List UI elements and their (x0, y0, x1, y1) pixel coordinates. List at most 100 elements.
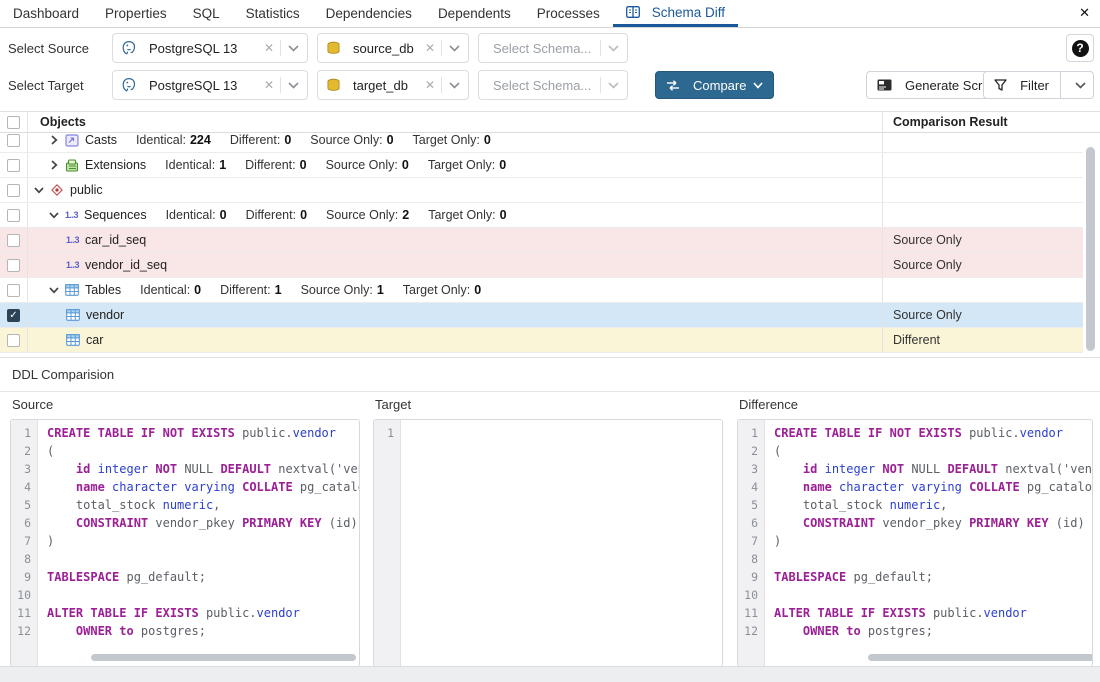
filter-icon (994, 79, 1007, 91)
target-server-select[interactable]: PostgreSQL 13 ✕ (112, 70, 308, 100)
row-checkbox[interactable] (7, 184, 20, 197)
row-checkbox[interactable] (7, 209, 20, 222)
compare-button[interactable]: Compare (655, 71, 774, 99)
comparison-result-cell (883, 153, 1077, 177)
code-line: TABLESPACE pg_default; (47, 568, 359, 586)
table-row[interactable]: TablesIdentical:0Different:1Source Only:… (0, 278, 1083, 303)
difference-ddl-editor[interactable]: 123456789101112CREATE TABLE IF NOT EXIST… (737, 419, 1093, 667)
chevron-right-icon[interactable] (48, 135, 60, 145)
table-row[interactable]: carDifferent (0, 328, 1083, 353)
clear-icon[interactable]: ✕ (264, 78, 274, 92)
table-header: Objects Comparison Result (0, 111, 1100, 133)
difference-pane-title: Difference (739, 397, 798, 412)
target-db-select[interactable]: target_db ✕ (317, 70, 469, 100)
divider (600, 40, 601, 56)
row-checkbox[interactable] (7, 284, 20, 297)
select-all-checkbox[interactable] (7, 116, 20, 129)
stat-item: Source Only:2 (326, 208, 409, 222)
table-row[interactable]: 1..3vendor_id_seqSource Only (0, 253, 1083, 278)
chevron-down-icon[interactable] (48, 287, 60, 294)
tab-label: SQL (193, 6, 220, 21)
row-label: Casts (85, 133, 117, 147)
line-number: 9 (738, 568, 764, 586)
chevron-down-icon[interactable] (449, 45, 460, 52)
source-server-select[interactable]: PostgreSQL 13 ✕ (112, 33, 308, 63)
row-checkbox[interactable]: ✓ (7, 309, 20, 322)
code-line: total_stock numeric, (47, 496, 359, 514)
schema-icon (50, 183, 64, 197)
help-icon: ? (1072, 40, 1089, 57)
target-schema-select[interactable]: Select Schema... (478, 70, 628, 100)
clear-icon[interactable]: ✕ (425, 78, 435, 92)
tab-schema-diff[interactable]: Schema Diff (613, 0, 738, 27)
table-row[interactable]: 1..3SequencesIdentical:0Different:0Sourc… (0, 203, 1083, 228)
row-checkbox[interactable] (7, 334, 20, 347)
tab-processes[interactable]: Processes (524, 0, 613, 27)
chevron-down-icon[interactable] (608, 82, 619, 89)
row-checkbox[interactable] (7, 159, 20, 172)
divider (441, 40, 442, 56)
divider (280, 40, 281, 56)
clear-icon[interactable]: ✕ (425, 41, 435, 55)
code-line: name character varying COLLATE pg_catalo… (774, 478, 1092, 496)
tab-dashboard[interactable]: Dashboard (0, 0, 92, 27)
stat-item: Different:0 (246, 208, 307, 222)
filter-button[interactable]: Filter (983, 71, 1094, 99)
code-line (774, 550, 1092, 568)
line-number: 2 (11, 442, 37, 460)
line-number: 9 (11, 568, 37, 586)
tab-dependents[interactable]: Dependents (425, 0, 524, 27)
row-checkbox[interactable] (7, 234, 20, 247)
horizontal-scrollbar[interactable] (768, 654, 1088, 661)
code-line: ALTER TABLE IF EXISTS public.vendor (774, 604, 1092, 622)
horizontal-scrollbar[interactable] (41, 654, 355, 661)
chevron-down-icon[interactable] (753, 82, 763, 89)
chevron-down-icon[interactable] (1068, 82, 1093, 89)
sequence-icon: 1..3 (66, 235, 79, 245)
line-number: 12 (11, 622, 37, 640)
row-label: Sequences (84, 208, 147, 222)
tab-statistics[interactable]: Statistics (233, 0, 313, 27)
chevron-down-icon[interactable] (33, 187, 45, 194)
source-ddl-editor[interactable]: 123456789101112CREATE TABLE IF NOT EXIST… (10, 419, 360, 667)
table-row[interactable]: ExtensionsIdentical:1Different:0Source O… (0, 153, 1083, 178)
chevron-down-icon[interactable] (48, 212, 60, 219)
table-row[interactable]: public (0, 178, 1083, 203)
tab-dependencies[interactable]: Dependencies (313, 0, 425, 27)
tab-sql[interactable]: SQL (180, 0, 233, 27)
row-checkbox[interactable] (7, 134, 20, 147)
tab-properties[interactable]: Properties (92, 0, 180, 27)
chevron-down-icon[interactable] (288, 82, 299, 89)
row-checkbox[interactable] (7, 259, 20, 272)
horizontal-scrollbar-thumb[interactable] (868, 654, 1093, 661)
code-lines: CREATE TABLE IF NOT EXISTS public.vendor… (765, 420, 1092, 666)
line-number: 11 (738, 604, 764, 622)
chevron-down-icon[interactable] (449, 82, 460, 89)
table-row[interactable]: 1..3car_id_seqSource Only (0, 228, 1083, 253)
tab-label: Properties (105, 6, 167, 21)
select-target-label: Select Target (0, 78, 112, 93)
code-line (47, 550, 359, 568)
comparison-result-cell: Different (883, 328, 1077, 352)
target-ddl-editor[interactable]: 1 (373, 419, 723, 667)
target-pane-title: Target (375, 397, 411, 412)
vertical-scrollbar-thumb[interactable] (1086, 147, 1095, 351)
line-number: 1 (738, 424, 764, 442)
vertical-scrollbar[interactable] (1086, 135, 1095, 353)
source-db-value: source_db (347, 41, 423, 56)
horizontal-scrollbar-thumb[interactable] (91, 654, 356, 661)
casts-icon (65, 134, 79, 147)
objects-column-header: Objects (28, 112, 883, 132)
table-row[interactable]: ✓vendorSource Only (0, 303, 1083, 328)
target-schema-placeholder: Select Schema... (487, 78, 600, 93)
chevron-right-icon[interactable] (48, 160, 60, 170)
close-icon[interactable]: ✕ (1079, 6, 1090, 20)
chevron-down-icon[interactable] (288, 45, 299, 52)
table-row[interactable]: CastsIdentical:224Different:0Source Only… (0, 133, 1083, 153)
help-button[interactable]: ? (1066, 34, 1094, 62)
clear-icon[interactable]: ✕ (264, 41, 274, 55)
chevron-down-icon[interactable] (608, 45, 619, 52)
source-db-select[interactable]: source_db ✕ (317, 33, 469, 63)
source-schema-select[interactable]: Select Schema... (478, 33, 628, 63)
comparison-result-column-header: Comparison Result (883, 112, 1077, 132)
